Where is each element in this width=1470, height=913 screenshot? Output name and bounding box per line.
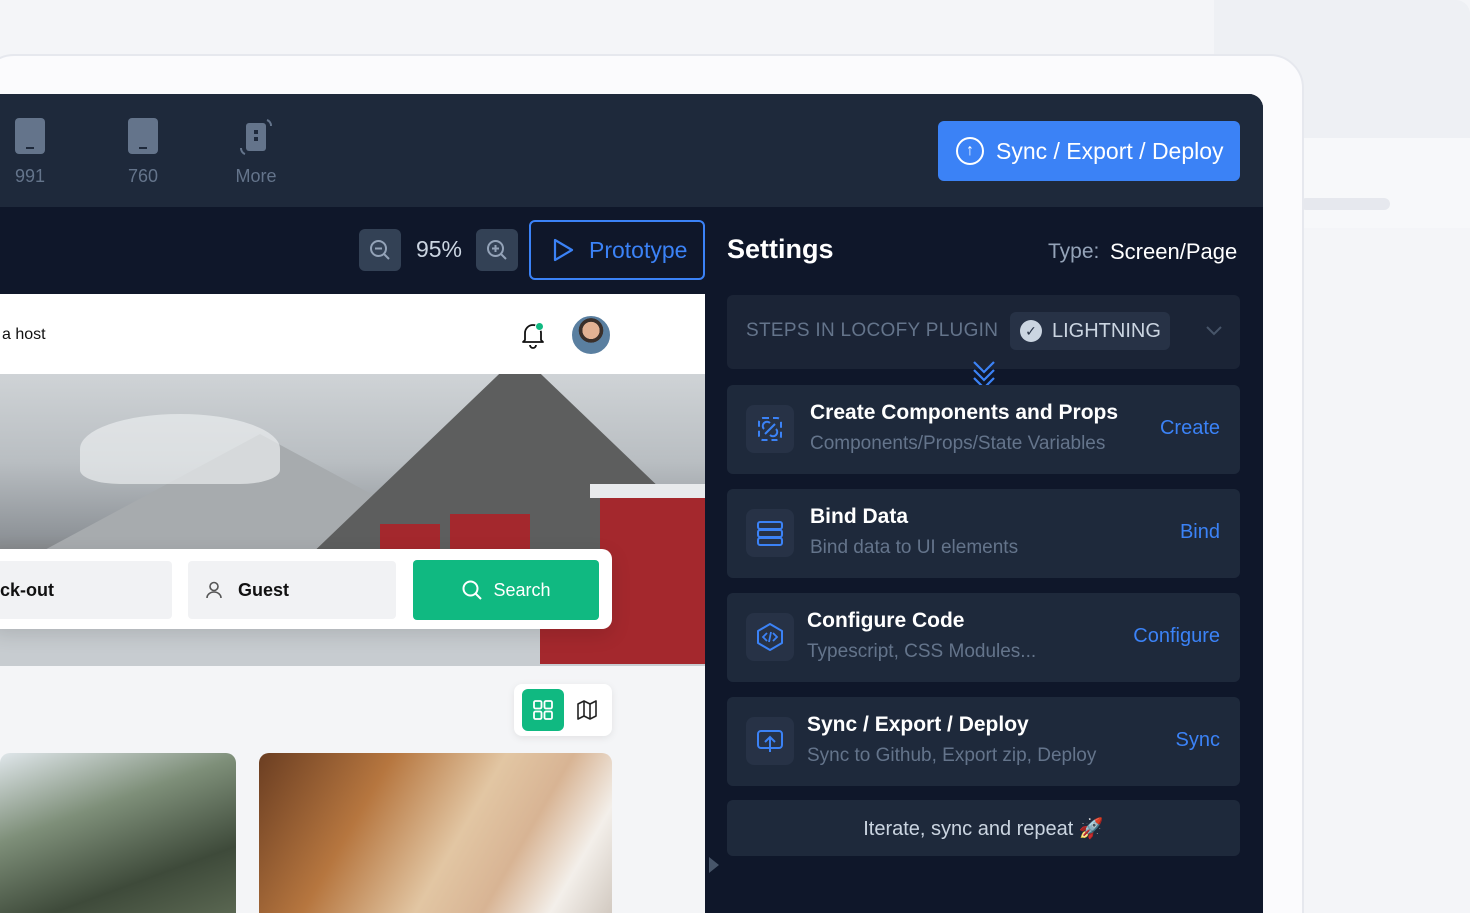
step-create-components: Create Components and Props Components/P… — [727, 385, 1240, 474]
become-host-link[interactable]: a host — [2, 326, 46, 344]
bind-button[interactable]: Bind — [1180, 521, 1220, 544]
configure-button[interactable]: Configure — [1133, 625, 1220, 648]
step-bind-data: Bind Data Bind data to UI elements Bind — [727, 489, 1240, 578]
search-button[interactable]: Search — [413, 560, 599, 620]
chevron-down-icon — [1206, 326, 1222, 336]
avatar[interactable] — [570, 314, 612, 356]
check-icon: ✓ — [1020, 320, 1042, 342]
checkout-field[interactable]: ck-out — [0, 561, 172, 619]
rotate-device-icon — [239, 118, 273, 156]
search-bar: ck-out Guest Search — [0, 549, 612, 629]
map-view-button[interactable] — [570, 693, 604, 727]
zoom-in-icon — [487, 240, 507, 260]
create-button[interactable]: Create — [1160, 417, 1220, 440]
step-subtitle: Components/Props/State Variables — [810, 433, 1106, 454]
sync-button[interactable]: Sync — [1176, 729, 1220, 752]
upload-arrow-icon: ↑ — [956, 137, 984, 165]
device-preset-991[interactable]: 991 — [0, 118, 60, 187]
type-label: Type: — [1048, 240, 1100, 263]
device-label: 991 — [14, 166, 46, 186]
zoom-out-icon — [370, 240, 390, 260]
lightning-badge: ✓ LIGHTNING — [1010, 312, 1170, 350]
locofy-app-window: 991 760 More ↑ Sync / Export / Deploy 95… — [0, 94, 1263, 913]
type-value: Screen/Page — [1110, 239, 1238, 264]
sync-button-label: Sync / Export / Deploy — [996, 137, 1224, 164]
device-preset-760[interactable]: 760 — [113, 118, 173, 187]
map-icon — [577, 700, 597, 720]
background-placeholder-bar — [1300, 198, 1390, 210]
prototype-label: Prototype — [589, 236, 688, 263]
step-title: Sync / Export / Deploy — [807, 713, 1029, 736]
search-icon — [462, 580, 483, 600]
step-title: Configure Code — [807, 609, 965, 632]
code-icon — [746, 613, 794, 661]
device-label: More — [235, 166, 277, 186]
zoom-out-button[interactable] — [359, 229, 401, 271]
notification-dot — [535, 322, 544, 331]
grid-view-button[interactable] — [522, 689, 564, 731]
step-title: Create Components and Props — [810, 401, 1119, 424]
zoom-level: 95% — [415, 236, 463, 262]
guest-field[interactable]: Guest — [188, 561, 396, 619]
collapse-panel-arrow-icon[interactable] — [709, 857, 719, 873]
step-title: Bind Data — [810, 505, 909, 528]
top-toolbar: 991 760 More ↑ Sync / Export / Deploy — [0, 94, 1263, 207]
iterate-banner: Iterate, sync and repeat 🚀 — [727, 800, 1240, 856]
listing-photo[interactable] — [0, 753, 236, 913]
view-toggle — [514, 684, 612, 736]
tablet-icon — [128, 118, 158, 154]
lightning-label: LIGHTNING — [1052, 319, 1161, 342]
step-configure-code: Configure Code Typescript, CSS Modules..… — [727, 593, 1240, 682]
zoom-in-button[interactable] — [476, 229, 518, 271]
components-icon — [746, 405, 794, 453]
step-subtitle: Sync to Github, Export zip, Deploy — [807, 745, 1097, 766]
user-icon — [206, 581, 222, 599]
search-label: Search — [493, 579, 551, 600]
upload-icon — [746, 717, 794, 765]
background-panel-secondary — [1300, 138, 1470, 228]
grid-icon — [533, 700, 553, 720]
guest-label: Guest — [238, 579, 290, 600]
sync-export-deploy-button[interactable]: ↑ Sync / Export / Deploy — [938, 121, 1240, 181]
listing-photo[interactable] — [259, 753, 612, 913]
play-icon — [553, 238, 574, 262]
tablet-icon — [15, 118, 45, 154]
step-sync-export-deploy: Sync / Export / Deploy Sync to Github, E… — [727, 697, 1240, 786]
database-icon — [746, 509, 794, 557]
checkout-label: ck-out — [0, 579, 54, 600]
device-label: 760 — [127, 166, 159, 186]
step-subtitle: Typescript, CSS Modules... — [807, 641, 1037, 662]
preview-header: a host — [0, 294, 705, 374]
prototype-button[interactable]: Prototype — [529, 220, 705, 280]
step-subtitle: Bind data to UI elements — [810, 537, 1019, 558]
device-preset-more[interactable]: More — [226, 118, 286, 187]
canvas-preview: a host ck-out Guest Search — [0, 294, 705, 913]
settings-title: Settings — [727, 234, 834, 264]
steps-label: STEPS IN LOCOFY PLUGIN — [746, 320, 999, 341]
